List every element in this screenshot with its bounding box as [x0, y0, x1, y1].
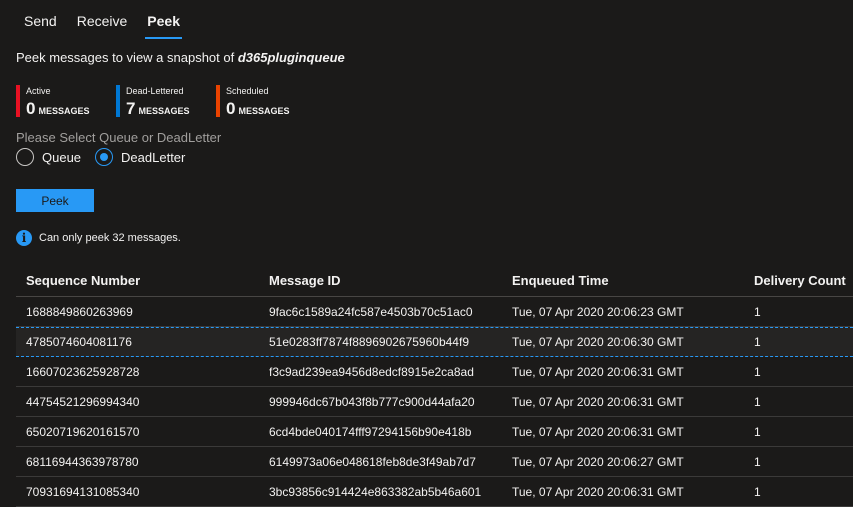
counter-scheduled: Scheduled 0 MESSAGES: [216, 85, 316, 119]
cell-sequence-number: 44754521296994340: [26, 394, 140, 409]
cell-sequence-number: 16607023625928728: [26, 364, 140, 379]
cell-message-id: 3bc93856c914424e863382ab5b46a601: [269, 484, 482, 499]
cell-sequence-number: 65020719620161570: [26, 424, 140, 439]
cell-message-id: f3c9ad239ea9456d8edcf8915e2ca8ad: [269, 364, 474, 379]
description-prefix: Peek messages to view a snapshot of: [16, 50, 238, 65]
queue-selector: Queue DeadLetter: [16, 148, 199, 166]
cell-delivery-count: 1: [754, 394, 761, 409]
header-delivery-count[interactable]: Delivery Count: [744, 273, 853, 288]
counter-active-bar: [16, 85, 20, 117]
counter-dead-lettered: Dead-Lettered 7 MESSAGES: [116, 85, 216, 119]
info-text: Can only peek 32 messages.: [39, 232, 181, 244]
table-row[interactable]: 16607023625928728 f3c9ad239ea9456d8edcf8…: [16, 357, 853, 387]
counter-scheduled-value: 0: [226, 99, 236, 118]
message-counters: Active 0 MESSAGES Dead-Lettered 7 MESSAG…: [16, 85, 316, 119]
cell-sequence-number: 70931694131085340: [26, 484, 140, 499]
cell-message-id: 6149973a06e048618feb8de3f49ab7d7: [269, 454, 476, 469]
counter-dead-lettered-unit: MESSAGES: [138, 106, 190, 116]
cell-delivery-count: 1: [754, 454, 761, 469]
counter-active-unit: MESSAGES: [38, 106, 90, 116]
info-icon: i: [16, 230, 32, 246]
peek-description: Peek messages to view a snapshot of d365…: [16, 50, 345, 65]
counter-scheduled-label: Scheduled: [226, 86, 269, 96]
cell-enqueued-time: Tue, 07 Apr 2020 20:06:30 GMT: [512, 335, 684, 349]
counter-dead-lettered-bar: [116, 85, 120, 117]
header-message-id[interactable]: Message ID: [259, 273, 502, 288]
tab-bar: Send Receive Peek: [14, 10, 190, 39]
cell-message-id: 999946dc67b043f8b777c900d44afa20: [269, 394, 475, 409]
counter-active: Active 0 MESSAGES: [16, 85, 116, 119]
cell-enqueued-time: Tue, 07 Apr 2020 20:06:31 GMT: [512, 424, 684, 439]
counter-active-label: Active: [26, 86, 51, 96]
tab-send[interactable]: Send: [14, 10, 67, 35]
peek-button[interactable]: Peek: [16, 189, 94, 212]
cell-delivery-count: 1: [754, 335, 761, 349]
cell-enqueued-time: Tue, 07 Apr 2020 20:06:23 GMT: [512, 304, 684, 319]
table-row[interactable]: 65020719620161570 6cd4bde040174fff972941…: [16, 417, 853, 447]
cell-sequence-number: 68116944363978780: [26, 454, 139, 469]
cell-sequence-number: 4785074604081176: [26, 335, 132, 349]
table-row[interactable]: 1688849860263969 9fac6c1589a24fc587e4503…: [16, 297, 853, 327]
counter-scheduled-bar: [216, 85, 220, 117]
cell-message-id: 6cd4bde040174fff97294156b90e418b: [269, 424, 472, 439]
header-sequence-number[interactable]: Sequence Number: [16, 273, 259, 288]
cell-delivery-count: 1: [754, 364, 761, 379]
header-enqueued-time[interactable]: Enqueued Time: [502, 273, 744, 288]
cell-message-id: 51e0283ff7874f8896902675960b44f9: [269, 335, 469, 349]
radio-deadletter-label: DeadLetter: [121, 149, 186, 165]
cell-sequence-number: 1688849860263969: [26, 304, 133, 319]
cell-delivery-count: 1: [754, 424, 761, 439]
radio-queue-label: Queue: [42, 149, 82, 165]
table-row[interactable]: 44754521296994340 999946dc67b043f8b777c9…: [16, 387, 853, 417]
cell-enqueued-time: Tue, 07 Apr 2020 20:06:31 GMT: [512, 364, 684, 379]
cell-delivery-count: 1: [754, 484, 761, 499]
messages-table: Sequence Number Message ID Enqueued Time…: [16, 264, 853, 507]
counter-dead-lettered-label: Dead-Lettered: [126, 86, 184, 96]
tab-receive[interactable]: Receive: [67, 10, 138, 35]
radio-queue-circle[interactable]: [16, 148, 34, 166]
cell-enqueued-time: Tue, 07 Apr 2020 20:06:27 GMT: [512, 454, 684, 469]
queue-selector-label: Please Select Queue or DeadLetter: [16, 130, 222, 145]
table-header: Sequence Number Message ID Enqueued Time…: [16, 264, 853, 297]
peek-panel: Send Receive Peek Peek messages to view …: [0, 0, 853, 507]
table-row[interactable]: 4785074604081176 51e0283ff7874f889690267…: [16, 327, 853, 357]
tab-peek[interactable]: Peek: [137, 10, 190, 39]
radio-deadletter-circle[interactable]: [95, 148, 114, 166]
cell-enqueued-time: Tue, 07 Apr 2020 20:06:31 GMT: [512, 484, 684, 499]
radio-deadletter[interactable]: DeadLetter: [95, 148, 185, 166]
cell-delivery-count: 1: [754, 304, 761, 319]
cell-message-id: 9fac6c1589a24fc587e4503b70c51ac0: [269, 304, 473, 319]
info-message: i Can only peek 32 messages.: [16, 230, 181, 246]
radio-queue[interactable]: Queue: [16, 148, 81, 166]
table-row[interactable]: 70931694131085340 3bc93856c914424e863382…: [16, 477, 853, 507]
queue-name: d365pluginqueue: [237, 50, 345, 65]
counter-dead-lettered-value: 7: [126, 99, 136, 118]
counter-scheduled-unit: MESSAGES: [238, 106, 290, 116]
cell-enqueued-time: Tue, 07 Apr 2020 20:06:31 GMT: [512, 394, 684, 409]
counter-active-value: 0: [26, 99, 36, 118]
table-row[interactable]: 68116944363978780 6149973a06e048618feb8d…: [16, 447, 853, 477]
